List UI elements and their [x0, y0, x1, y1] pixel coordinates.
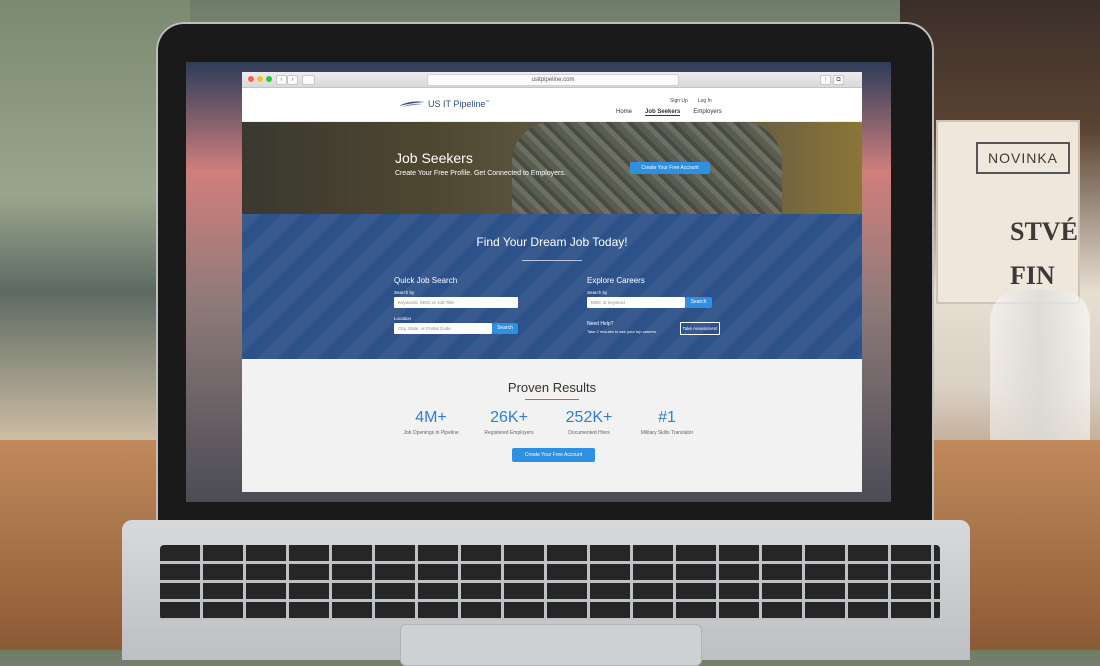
results-title: Proven Results	[507, 380, 597, 395]
careers-search-by-label: Search by	[587, 290, 608, 295]
stat-registered-employers: 26K+ Registered Employers	[464, 409, 554, 436]
sidebar-icon[interactable]	[302, 75, 315, 85]
location-input[interactable]: City, State, or Postal Code	[394, 323, 492, 334]
browser-toolbar: ‹ › usitpipeline.com ↑ ⧉	[242, 72, 862, 88]
stat-documented-hires: 252K+ Documented Hires	[544, 409, 634, 436]
stat-label: Registered Employers	[484, 430, 534, 436]
stat-label: Documented Hires	[568, 430, 610, 436]
stat-label: Military Skills Translator	[640, 430, 694, 436]
tabs-icon[interactable]: ⧉	[833, 75, 844, 85]
browser-window: ‹ › usitpipeline.com ↑ ⧉ US IT Pipeline™…	[242, 72, 862, 492]
hero-title: Job Seekers	[395, 150, 473, 166]
account-links: Sign Up Log In	[670, 98, 712, 104]
need-help-title: Need Help?	[587, 321, 614, 327]
quick-search-title: Quick Job Search	[394, 276, 458, 285]
job-search-section: Find Your Dream Job Today! Quick Job Sea…	[242, 214, 862, 359]
trackpad	[400, 624, 702, 666]
minimize-window-button[interactable]	[257, 76, 263, 82]
logo-text: US IT Pipeline™	[428, 99, 490, 109]
proven-results-section: Proven Results 4M+ Job Openings in Pipel…	[242, 359, 862, 492]
menu-card: NOVINKA STVÉ FIN	[936, 120, 1080, 304]
address-bar[interactable]: usitpipeline.com	[427, 74, 679, 86]
take-assessment-button[interactable]: Take Assessment	[680, 322, 720, 335]
site-header: US IT Pipeline™ Sign Up Log In Home Job …	[242, 88, 862, 122]
menu-card-text-1: STVÉ	[1010, 217, 1078, 246]
share-icon[interactable]: ↑	[820, 75, 831, 85]
menu-card-tag: NOVINKA	[976, 142, 1071, 174]
zoom-window-button[interactable]	[266, 76, 272, 82]
keyword-input[interactable]: Keywords, MOC or Job Title	[394, 297, 518, 308]
results-create-account-button[interactable]: Create Your Free Account	[512, 448, 595, 462]
stat-job-openings: 4M+ Job Openings in Pipeline	[386, 409, 476, 436]
sign-up-link[interactable]: Sign Up	[670, 98, 688, 104]
log-in-link[interactable]: Log In	[698, 98, 712, 104]
search-section-title: Find Your Dream Job Today!	[476, 235, 628, 249]
stat-value: 4M+	[415, 409, 447, 426]
stat-label: Job Openings in Pipeline	[403, 430, 459, 436]
need-help-text: Take 2 minutes to see your top careers.	[587, 329, 658, 334]
careers-search-button[interactable]: Search	[685, 297, 712, 308]
stat-value: 26K+	[490, 409, 528, 426]
search-by-label: Search by	[394, 290, 415, 295]
keyboard	[160, 545, 940, 620]
stat-skills-translator: #1 Military Skills Translator	[622, 409, 712, 436]
create-account-button[interactable]: Create Your Free Account	[630, 162, 710, 174]
hero-subtitle: Create Your Free Profile. Get Connected …	[395, 170, 566, 177]
stat-value: #1	[658, 409, 676, 426]
nav-job-seekers[interactable]: Job Seekers	[645, 109, 681, 116]
site-logo[interactable]: US IT Pipeline™	[399, 99, 489, 109]
quick-search-button[interactable]: Search	[492, 323, 518, 334]
main-nav: Home Job Seekers Employers	[616, 109, 722, 116]
chevron-left-icon[interactable]: ‹	[276, 75, 287, 85]
stat-value: 252K+	[565, 409, 613, 426]
nav-employers[interactable]: Employers	[693, 109, 721, 116]
hero-banner: Job Seekers Create Your Free Profile. Ge…	[242, 122, 862, 214]
divider	[522, 260, 582, 261]
close-window-button[interactable]	[248, 76, 254, 82]
explore-careers-title: Explore Careers	[587, 276, 645, 285]
swoosh-icon	[399, 101, 425, 107]
nav-home[interactable]: Home	[616, 109, 632, 116]
location-label: Location	[394, 316, 412, 321]
moc-input[interactable]: MOC or keyword	[587, 297, 685, 308]
chevron-right-icon[interactable]: ›	[287, 75, 298, 85]
results-divider	[525, 399, 579, 400]
